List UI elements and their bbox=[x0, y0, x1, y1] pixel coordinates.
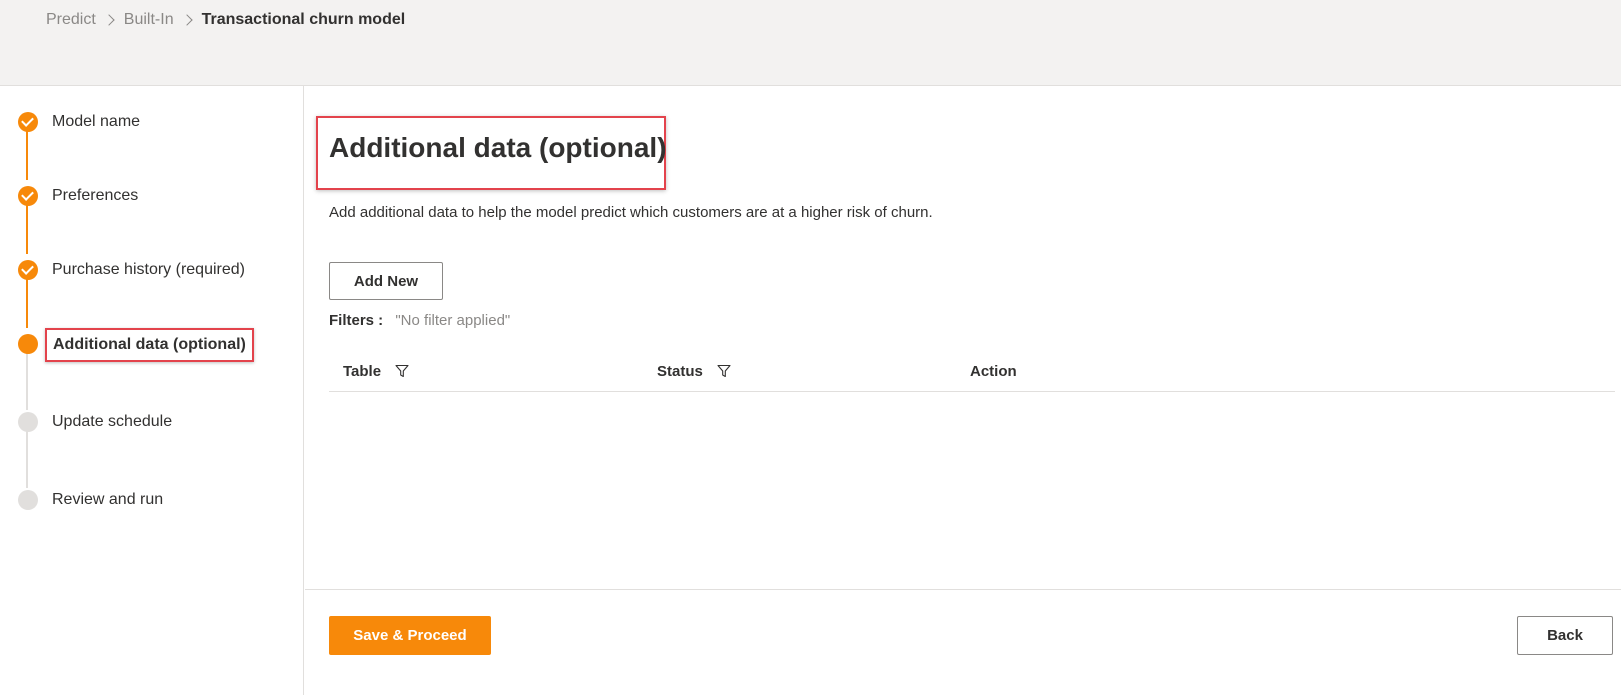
filters-label: Filters : bbox=[329, 312, 384, 329]
column-label: Action bbox=[970, 362, 1017, 380]
filter-funnel-icon[interactable] bbox=[395, 364, 409, 378]
page-header: Predict Built-In Transactional churn mod… bbox=[0, 0, 1621, 86]
breadcrumb: Predict Built-In Transactional churn mod… bbox=[46, 9, 405, 31]
table-header: Table Status Action bbox=[329, 350, 1615, 392]
breadcrumb-current: Transactional churn model bbox=[201, 11, 406, 28]
main-panel: Additional data (optional) Add additiona… bbox=[305, 86, 1621, 695]
column-label: Table bbox=[343, 362, 382, 380]
step-label-current: Additional data (optional) bbox=[45, 328, 254, 362]
column-header-status: Status bbox=[657, 350, 731, 392]
add-new-button[interactable]: Add New bbox=[329, 262, 443, 300]
filters-value: "No filter applied" bbox=[395, 312, 511, 329]
breadcrumb-built-in[interactable]: Built-In bbox=[124, 9, 174, 31]
current-step-dot-icon bbox=[18, 334, 38, 354]
checkmark-icon bbox=[18, 112, 38, 132]
filters-summary: Filters : "No filter applied" bbox=[329, 310, 510, 332]
chevron-right-icon bbox=[102, 9, 118, 31]
back-button[interactable]: Back bbox=[1517, 616, 1613, 655]
save-and-proceed-button[interactable]: Save & Proceed bbox=[329, 616, 491, 655]
step-connector bbox=[26, 424, 28, 488]
step-label: Preferences bbox=[52, 187, 139, 204]
page-title: Additional data (optional) bbox=[329, 132, 667, 163]
wizard-stepper: Model name Preferences Purchase history … bbox=[0, 86, 304, 695]
filter-funnel-icon[interactable] bbox=[717, 364, 731, 378]
checkmark-icon bbox=[18, 186, 38, 206]
step-label: Purchase history (required) bbox=[52, 261, 245, 278]
pending-step-dot-icon bbox=[18, 490, 38, 510]
pending-step-dot-icon bbox=[18, 412, 38, 432]
step-label: Update schedule bbox=[52, 413, 173, 430]
page-description: Add additional data to help the model pr… bbox=[329, 204, 933, 221]
action-footer: Save & Proceed Back bbox=[305, 589, 1621, 695]
column-header-action: Action bbox=[970, 350, 1017, 392]
step-label: Review and run bbox=[52, 491, 164, 508]
breadcrumb-predict[interactable]: Predict bbox=[46, 9, 96, 31]
chevron-right-icon bbox=[180, 9, 196, 31]
step-label: Model name bbox=[52, 113, 141, 130]
column-header-table: Table bbox=[343, 350, 409, 392]
column-label: Status bbox=[657, 362, 703, 380]
checkmark-icon bbox=[18, 260, 38, 280]
